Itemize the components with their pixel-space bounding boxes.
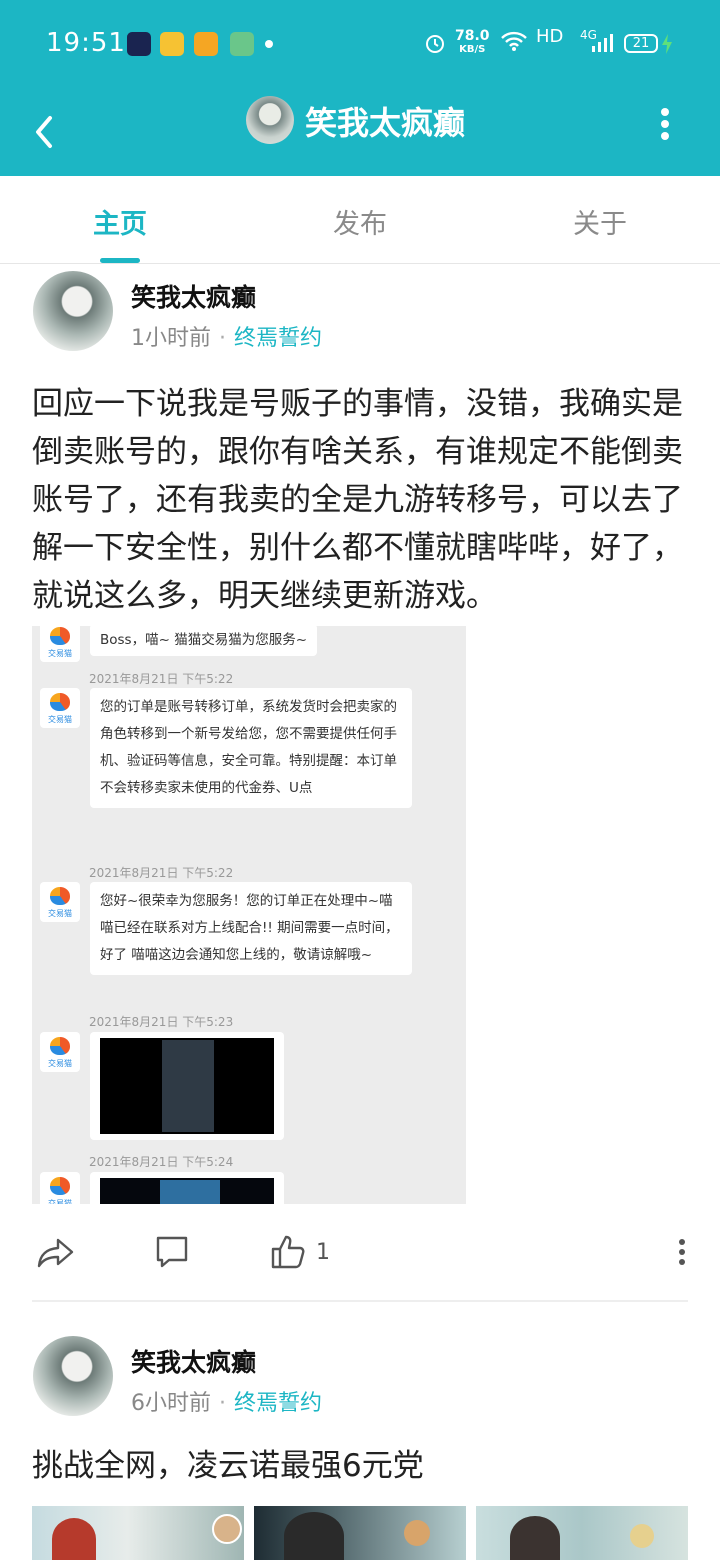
game-panel xyxy=(160,1180,220,1204)
jiaoyimao-logo-icon xyxy=(50,887,70,905)
bot-avatar: 交易猫 xyxy=(40,1032,80,1072)
character-figure xyxy=(284,1512,344,1560)
charging-icon xyxy=(662,34,672,54)
speed-value: 78.0 xyxy=(455,28,490,44)
bot-avatar: 交易猫 xyxy=(40,882,80,922)
jiaoyimao-logo-icon xyxy=(50,1037,70,1055)
game-screenshot xyxy=(100,1178,274,1204)
post-author-name[interactable]: 笑我太疯癫 xyxy=(131,278,256,314)
chat-bubble: 您的订单是账号转移订单，系统发货时会把卖家的角色转移到一个新号发给您，您不需要提… xyxy=(90,688,412,808)
chat-image-bubble xyxy=(90,1172,284,1204)
post-meta: 6小时前 · 终焉誓约 xyxy=(131,1385,322,1417)
chat-image-bubble xyxy=(90,1032,284,1140)
post-body[interactable]: 挑战全网，凌云诺最强6元党 xyxy=(32,1442,688,1490)
post-image-thumbnail[interactable] xyxy=(476,1506,688,1560)
network-speed: 78.0 KB/S xyxy=(455,28,490,56)
post-time: 1小时前 xyxy=(131,326,211,351)
avatar[interactable] xyxy=(246,96,294,144)
post-actions: 1 xyxy=(0,1220,720,1290)
battery-icon: 21 xyxy=(624,34,658,53)
more-options-icon[interactable] xyxy=(655,102,675,146)
comment-icon[interactable] xyxy=(152,1232,192,1272)
tab-home[interactable]: 主页 xyxy=(60,202,180,241)
game-screenshot xyxy=(100,1038,274,1134)
post-group-link[interactable]: 终焉誓约 xyxy=(234,1391,322,1416)
jiaoyimao-logo-icon xyxy=(50,1177,70,1195)
chat-bubble: 您好~很荣幸为您服务！您的订单正在处理中~喵喵已经在联系对方上线配合!! 期间需… xyxy=(90,882,412,975)
weibo-notification-icon xyxy=(194,32,218,56)
post-author-name[interactable]: 笑我太疯癫 xyxy=(131,1343,256,1379)
character-figure xyxy=(52,1518,96,1560)
chat-timestamp: 2021年8月21日 下午5:22 xyxy=(89,672,234,686)
tab-about[interactable]: 关于 xyxy=(540,202,660,241)
top-bar: 19:51 78.0 KB/S HD 4G 21 笑我太疯癫 xyxy=(0,0,720,176)
chat-timestamp: 2021年8月21日 下午5:23 xyxy=(89,1015,234,1029)
bot-name: 交易猫 xyxy=(48,715,72,724)
post-author-avatar[interactable] xyxy=(33,1336,113,1416)
signal-icon xyxy=(592,34,613,52)
chat-bubble: Boss，喵~ 猫猫交易猫为您服务~ xyxy=(90,626,318,656)
bot-avatar: 交易猫 xyxy=(40,688,80,728)
page-title: 笑我太疯癫 xyxy=(305,104,466,142)
more-notifications-icon xyxy=(265,40,273,48)
game-panel xyxy=(162,1040,214,1132)
hd-indicator: HD xyxy=(536,26,564,47)
app-bar: 笑我太疯癫 xyxy=(0,88,720,176)
speed-unit: KB/S xyxy=(459,44,486,55)
like-icon[interactable] xyxy=(268,1232,308,1272)
post-divider xyxy=(32,1300,688,1302)
bot-name: 交易猫 xyxy=(48,1059,72,1068)
jiaoyimao-logo-icon xyxy=(50,693,70,711)
post-more-icon[interactable] xyxy=(662,1232,702,1272)
app-notification-icon xyxy=(230,32,254,56)
post-meta: 1小时前 · 终焉誓约 xyxy=(131,320,322,352)
tab-posts[interactable]: 发布 xyxy=(300,202,420,241)
post-time: 6小时前 xyxy=(131,1391,211,1416)
bot-name: 交易猫 xyxy=(48,909,72,918)
bot-avatar: 交易猫 xyxy=(40,1172,80,1204)
character-avatar xyxy=(630,1524,654,1548)
post-body[interactable]: 回应一下说我是号贩子的事情，没错，我确实是倒卖账号的，跟你有啥关系，有谁规定不能… xyxy=(32,380,688,620)
app-notification-icon xyxy=(160,32,184,56)
bot-name: 交易猫 xyxy=(48,1199,72,1204)
share-icon[interactable] xyxy=(36,1232,76,1272)
back-arrow-icon[interactable] xyxy=(30,102,60,162)
meta-separator: · xyxy=(219,326,226,351)
character-avatar xyxy=(212,1514,242,1544)
post-image[interactable]: 交易猫 Boss，喵~ 猫猫交易猫为您服务~ 2021年8月21日 下午5:22… xyxy=(32,626,466,1204)
app-notification-icon xyxy=(127,32,151,56)
post-image-grid xyxy=(32,1506,688,1560)
tab-bar: 主页 发布 关于 xyxy=(0,176,720,264)
alarm-icon xyxy=(426,35,444,53)
like-count: 1 xyxy=(316,1240,330,1265)
chat-timestamp: 2021年8月21日 下午5:24 xyxy=(89,1155,234,1169)
jiaoyimao-logo-icon xyxy=(50,627,70,645)
post-author-avatar[interactable] xyxy=(33,271,113,351)
status-time: 19:51 xyxy=(46,28,126,58)
tab-indicator xyxy=(100,258,140,263)
post-group-link[interactable]: 终焉誓约 xyxy=(234,326,322,351)
meta-separator: · xyxy=(219,1391,226,1416)
character-avatar xyxy=(404,1520,430,1546)
character-figure xyxy=(510,1516,560,1560)
bot-name: 交易猫 xyxy=(48,649,72,658)
post-image-thumbnail[interactable] xyxy=(254,1506,466,1560)
chat-timestamp: 2021年8月21日 下午5:22 xyxy=(89,866,234,880)
wifi-icon xyxy=(501,31,527,51)
status-bar: 19:51 78.0 KB/S HD 4G 21 xyxy=(0,0,720,88)
post-image-thumbnail[interactable] xyxy=(32,1506,244,1560)
bot-avatar: 交易猫 xyxy=(40,626,80,662)
